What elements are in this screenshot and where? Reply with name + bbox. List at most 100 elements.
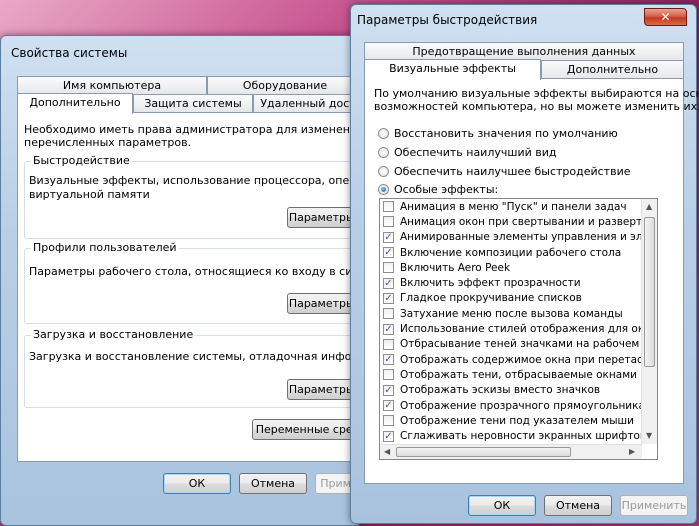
effect-item[interactable]: Отбрасывание теней значками на рабочем с… (380, 337, 642, 352)
effects-items: Анимация в меню "Пуск" и панели задач Ани… (380, 199, 642, 459)
radio-label: Восстановить значения по умолчанию (394, 126, 618, 140)
perf-ok-button[interactable]: ОК (468, 495, 536, 516)
startup-title: Загрузка и восстановление (31, 328, 196, 341)
vertical-scrollbar[interactable]: ▲ ▼ (641, 199, 657, 444)
scroll-right-icon[interactable]: ▶ (629, 447, 635, 456)
checkbox-icon[interactable] (383, 369, 394, 381)
tab-label: Защита системы (144, 97, 242, 110)
perf-apply-button[interactable]: Применить (620, 495, 688, 516)
radio-icon (378, 165, 389, 177)
radio-selected-icon (378, 183, 389, 195)
effects-list: Анимация в меню "Пуск" и панели задач Ани… (379, 198, 658, 460)
tab-label: Дополнительно (29, 96, 121, 109)
checkbox-checked-icon[interactable]: ✓ (383, 247, 394, 259)
scroll-down-icon[interactable]: ▼ (646, 431, 652, 440)
checkbox-checked-icon[interactable]: ✓ (383, 292, 394, 304)
effect-item[interactable]: ✓ Анимированные элементы управления и эле… (380, 230, 642, 245)
effect-label: Затухание меню после вызова команды (400, 307, 623, 320)
radio-label: Обеспечить наилучшее быстродействие (394, 164, 631, 178)
performance-desc2: виртуальной памяти (29, 188, 150, 201)
effect-label: Анимация в меню "Пуск" и панели задач (400, 200, 627, 213)
intro-line2: возможностей компьютера, но вы можете из… (374, 100, 699, 113)
effect-item[interactable]: Анимация окон при свертывании и разверты… (380, 214, 642, 229)
radio-default[interactable]: Восстановить значения по умолчанию (378, 125, 618, 141)
effect-item[interactable]: ✓ Отображать содержимое окна при перетаск… (380, 352, 642, 367)
cancel-button[interactable]: Отмена (239, 473, 307, 494)
checkbox-checked-icon[interactable]: ✓ (383, 430, 394, 442)
checkbox-icon[interactable] (383, 338, 394, 350)
effect-item[interactable]: ✓ Отображать эскизы вместо значков (380, 383, 642, 398)
tab-label: Дополнительно (566, 63, 659, 76)
scroll-thumb-horizontal[interactable] (396, 447, 571, 457)
effect-item[interactable]: Затухание меню после вызова команды (380, 306, 642, 321)
intro-line1: По умолчанию визуальные эффекты выбирают… (374, 87, 699, 100)
effect-label: Отображать эскизы вместо значков (400, 384, 601, 397)
tab-system-protection[interactable]: Защита системы (133, 94, 253, 113)
checkbox-icon[interactable] (383, 201, 394, 213)
effect-label: Отображение тени под указателем мыши (400, 414, 634, 427)
tab-advanced[interactable]: Дополнительно (17, 93, 133, 114)
tab-perf-advanced[interactable]: Дополнительно (541, 60, 684, 79)
radio-custom[interactable]: Особые эффекты: (378, 181, 498, 197)
effect-item[interactable]: Включить Aero Peek (380, 260, 642, 275)
tab-label: Оборудование (242, 79, 328, 92)
effect-item[interactable]: Отображение тени под указателем мыши (380, 413, 642, 428)
checkbox-checked-icon[interactable]: ✓ (383, 323, 394, 335)
effect-label: Включить Aero Peek (400, 261, 511, 274)
effect-item[interactable]: Анимация в меню "Пуск" и панели задач (380, 199, 642, 214)
effect-item[interactable]: ✓ Сглаживать неровности экранных шрифтов (380, 428, 642, 443)
radio-label: Обеспечить наилучший вид (394, 145, 557, 159)
effect-item[interactable]: ✓ Гладкое прокручивание списков (380, 291, 642, 306)
checkbox-checked-icon[interactable]: ✓ (383, 384, 394, 396)
performance-window-title: Параметры быстродействия (357, 13, 538, 27)
admin-note-line2: перечисленных параметров. (24, 136, 192, 149)
scroll-thumb-vertical[interactable] (644, 217, 655, 367)
tab-remote[interactable]: Удаленный дост (253, 94, 363, 113)
checkbox-checked-icon[interactable]: ✓ (383, 354, 394, 366)
tab-label: Предотвращение выполнения данных (412, 45, 636, 58)
advanced-panel: Необходимо иметь права администратора дл… (17, 112, 404, 462)
tab-visual-effects[interactable]: Визуальные эффекты (364, 59, 541, 80)
profiles-desc: Параметры рабочего стола, относящиеся ко… (29, 265, 387, 278)
radio-icon (378, 146, 389, 158)
checkbox-icon[interactable] (383, 308, 394, 320)
effect-item[interactable]: ✓ Использование стилей отображения для ок… (380, 321, 642, 336)
checkbox-icon[interactable] (383, 216, 394, 228)
checkbox-checked-icon[interactable]: ✓ (383, 231, 394, 243)
effect-label: Сглаживать неровности экранных шрифтов (400, 430, 642, 443)
performance-desc1: Визуальные эффекты, использование процес… (29, 174, 405, 187)
effect-label: Анимированные элементы управления и элем… (400, 231, 642, 244)
effect-label: Анимация окон при свертывании и разверты… (400, 215, 642, 228)
tab-label: Визуальные эффекты (389, 62, 516, 75)
radio-best-appearance[interactable]: Обеспечить наилучший вид (378, 144, 556, 160)
ok-button[interactable]: ОК (163, 473, 231, 494)
system-properties-window: Свойства системы Имя компьютера Оборудов… (0, 35, 404, 526)
effect-item[interactable]: ✓ Включение композиции рабочего стола (380, 245, 642, 260)
performance-title: Быстродействие (31, 154, 132, 167)
close-icon[interactable]: ✕ (644, 8, 687, 26)
effect-label: Использование стилей отображения для око… (400, 323, 642, 336)
performance-group: Быстродействие Визуальные эффекты, испол… (24, 154, 404, 239)
startup-group: Загрузка и восстановление Загрузка и вос… (24, 328, 395, 408)
effect-label: Включение композиции рабочего стола (400, 246, 622, 259)
radio-label: Особые эффекты: (394, 182, 499, 196)
checkbox-icon[interactable] (383, 262, 394, 274)
effect-label: Отображать содержимое окна при перетаски… (400, 353, 642, 366)
effect-item[interactable]: ✓ Включить эффект прозрачности (380, 275, 642, 290)
window-title: Свойства системы (11, 46, 128, 60)
effect-label: Гладкое прокручивание списков (400, 292, 582, 305)
radio-best-performance[interactable]: Обеспечить наилучшее быстродействие (378, 163, 630, 179)
perf-cancel-button[interactable]: Отмена (544, 495, 612, 516)
effect-item[interactable]: Отображать тени, отбрасываемые окнами (380, 367, 642, 382)
horizontal-scrollbar[interactable]: ◀ ▶ (380, 444, 642, 459)
radio-icon (378, 127, 389, 139)
environment-variables-button[interactable]: Переменные сред (252, 419, 364, 440)
checkbox-checked-icon[interactable]: ✓ (383, 400, 394, 411)
tab-hardware[interactable]: Оборудование (207, 76, 363, 95)
scroll-left-icon[interactable]: ◀ (384, 447, 390, 456)
profiles-title: Профили пользователей (31, 241, 179, 254)
scroll-up-icon[interactable]: ▲ (646, 202, 652, 211)
checkbox-icon[interactable] (383, 415, 394, 427)
effect-item[interactable]: ✓ Отображение прозрачного прямоугольника … (380, 398, 642, 413)
checkbox-checked-icon[interactable]: ✓ (383, 277, 394, 289)
